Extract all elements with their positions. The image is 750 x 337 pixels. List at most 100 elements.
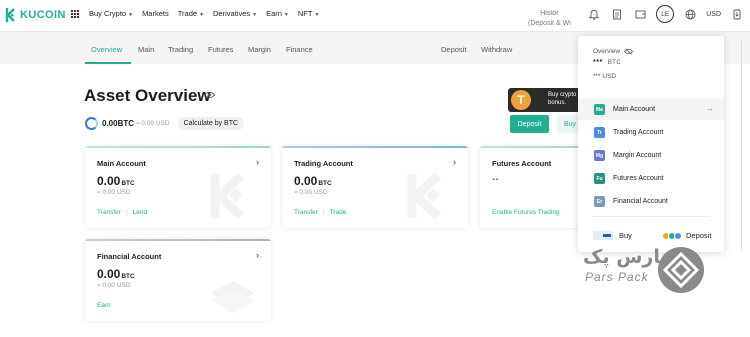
card-accent-bar	[480, 146, 590, 148]
chevron-right-icon[interactable]: ›	[453, 157, 456, 167]
currency-selector[interactable]: USD	[706, 11, 721, 18]
account-amount: 0.00BTC	[97, 267, 135, 281]
chevron-right-icon[interactable]: ›	[256, 157, 259, 167]
nav-label: Buy Crypto	[89, 9, 127, 18]
dropdown-deposit-button[interactable]: Deposit	[662, 231, 711, 240]
dropdown-item-margin-account[interactable]: Mg Margin Account	[578, 145, 724, 166]
arrow-right-icon: →	[706, 104, 714, 113]
lend-link[interactable]: Lend	[133, 209, 147, 216]
btc-unit: BTC	[607, 60, 622, 66]
tab-main[interactable]: Main	[138, 45, 154, 54]
main-account-icon: Ma	[594, 104, 605, 115]
download-icon[interactable]	[730, 7, 744, 21]
card-accent-bar	[282, 146, 468, 148]
dropdown-buy-button[interactable]: Buy	[593, 231, 632, 240]
trading-account-icon: Tr	[594, 127, 605, 138]
chevron-down-icon: ▼	[283, 12, 289, 18]
tab-overview[interactable]: Overview	[91, 45, 122, 54]
chevron-down-icon: ▼	[128, 12, 134, 18]
nav-buy-crypto[interactable]: Buy Crypto ▼	[89, 9, 133, 18]
hidden-usd-balance: *** USD	[593, 73, 617, 80]
transfer-link[interactable]: Transfer	[97, 209, 121, 216]
stack-watermark-icon	[211, 281, 255, 313]
eye-off-icon[interactable]	[624, 48, 634, 55]
tab-futures[interactable]: Futures	[208, 45, 233, 54]
dropdown-item-futures-account[interactable]: Fu Futures Account	[578, 168, 724, 189]
account-usd: ≈ 0.00 USD	[294, 189, 328, 196]
promo-line2: bonus.	[548, 100, 567, 106]
kucoin-logo[interactable]: KUCOIN	[3, 7, 66, 23]
amount-value: 0.00	[294, 174, 318, 188]
avatar[interactable]: LE	[656, 5, 675, 23]
nav-label: Trade	[177, 9, 198, 18]
card-actions: Transfer | Trade	[294, 209, 346, 216]
card-accent-bar	[85, 146, 271, 148]
tab-margin[interactable]: Margin	[248, 45, 271, 54]
subnav-deposit-link[interactable]: Deposit	[441, 45, 466, 54]
assets-dropdown: Overview *** BTC *** USD Ma Main Account …	[578, 36, 724, 252]
nav-markets[interactable]: Markets	[142, 9, 169, 18]
calculate-by-btc-button[interactable]: Calculate by BTC	[177, 117, 245, 130]
wallet-icon[interactable]	[633, 7, 647, 21]
transfer-link[interactable]: Transfer	[294, 209, 318, 216]
subnav-withdraw-link[interactable]: Withdraw	[481, 45, 512, 54]
kucoin-watermark-icon	[210, 172, 245, 220]
card-actions: Transfer | Lend	[97, 209, 147, 216]
dropdown-item-trading-account[interactable]: Tr Trading Account	[578, 122, 724, 143]
earn-link[interactable]: Earn	[97, 302, 111, 309]
account-name: Futures Account	[492, 159, 552, 168]
financial-account-icon: Er	[594, 196, 605, 207]
trade-link[interactable]: Trade	[330, 209, 347, 216]
watermark-en-text: Pars Pack	[585, 270, 649, 284]
promo-line1: Buy crypto	[548, 92, 577, 98]
nav-derivatives[interactable]: Derivatives ▼	[213, 9, 257, 18]
nav-nft[interactable]: NFT ▼	[298, 9, 320, 18]
kucoin-watermark-icon	[407, 172, 442, 220]
nav-earn[interactable]: Earn ▼	[266, 9, 289, 18]
item-label: Margin Account	[613, 152, 662, 159]
item-label: Futures Account	[613, 175, 664, 182]
orders-icon[interactable]	[610, 7, 624, 21]
logo-text: KUCOIN	[20, 9, 66, 21]
account-value: --	[492, 174, 499, 185]
nav-label: Derivatives	[213, 9, 251, 18]
item-label: Trading Account	[613, 129, 664, 136]
tab-trading[interactable]: Trading	[168, 45, 193, 54]
item-label: Financial Account	[613, 198, 668, 205]
main-account-card[interactable]: Main Account › 0.00BTC ≈ 0.00 USD Transf…	[85, 146, 271, 228]
dropdown-item-financial-account[interactable]: Er Financial Account	[578, 191, 724, 212]
card-actions: Earn	[97, 302, 111, 309]
globe-icon[interactable]	[683, 7, 697, 21]
chevron-down-icon: ▼	[252, 12, 258, 18]
dropdown-overview[interactable]: Overview	[593, 48, 634, 55]
history-line1: Histor	[540, 10, 559, 17]
parspack-logo-icon	[658, 247, 704, 293]
dropdown-item-main-account[interactable]: Ma Main Account →	[578, 99, 724, 120]
promo-banner[interactable]: T Buy crypto bonus.	[508, 88, 588, 112]
tab-finance[interactable]: Finance	[286, 45, 313, 54]
eye-icon[interactable]	[204, 91, 215, 99]
apps-grid-icon[interactable]	[71, 9, 79, 18]
account-name: Trading Account	[294, 159, 353, 168]
hidden-btc-balance: *** BTC	[593, 59, 621, 66]
btc-stars: ***	[593, 59, 603, 66]
divider: |	[125, 209, 128, 216]
amount-value: 0.00	[97, 174, 121, 188]
financial-account-card[interactable]: Financial Account › 0.00BTC ≈ 0.00 USD E…	[85, 239, 271, 321]
account-amount: 0.00BTC	[97, 174, 135, 188]
balance-usd: ≈ 0.00 USD	[136, 120, 170, 127]
nav-trade[interactable]: Trade ▼	[178, 9, 204, 18]
nav-label: Markets	[142, 9, 169, 18]
chevron-right-icon[interactable]: ›	[256, 250, 259, 260]
margin-account-icon: Mg	[594, 150, 605, 161]
nav-label: NFT	[297, 9, 313, 18]
bell-icon[interactable]	[587, 7, 601, 21]
futures-account-card[interactable]: Futures Account -- Enable Futures Tradin…	[480, 146, 590, 228]
history-link[interactable]: Histor (Deposit & Wi	[528, 9, 571, 29]
parspack-watermark: پارس پک Pars Pack	[583, 246, 705, 293]
account-usd: ≈ 0.00 USD	[97, 189, 131, 196]
card-actions: Enable Futures Trading	[492, 209, 560, 216]
deposit-button[interactable]: Deposit	[510, 115, 549, 133]
enable-futures-link[interactable]: Enable Futures Trading	[492, 209, 560, 216]
trading-account-card[interactable]: Trading Account › 0.00BTC ≈ 0.00 USD Tra…	[282, 146, 468, 228]
